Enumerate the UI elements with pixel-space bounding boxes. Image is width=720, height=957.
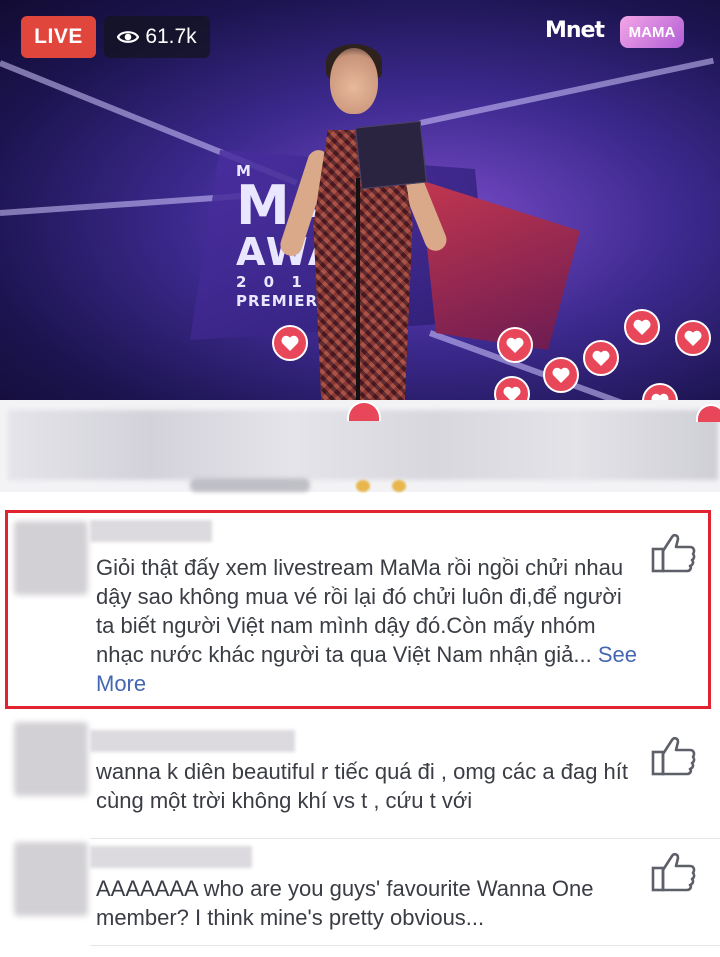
- comment-text: wanna k diên beautiful r tiếc quá đi , o…: [96, 759, 628, 813]
- mnet-logo: Mnet: [545, 18, 605, 43]
- commenter-name-blurred[interactable]: [90, 846, 252, 868]
- heart-icon: [642, 383, 678, 400]
- heart-icon: [675, 320, 711, 356]
- eye-icon: [117, 31, 140, 43]
- divider: [90, 945, 720, 946]
- divider: [90, 838, 720, 839]
- heart-icon: [494, 376, 530, 400]
- mama-logo: MAMA: [620, 16, 684, 48]
- comment-item: wanna k diên beautiful r tiếc quá đi , o…: [0, 720, 720, 838]
- thumbs-up-icon[interactable]: [650, 850, 698, 894]
- avatar[interactable]: [14, 722, 88, 796]
- viewer-count: 61.7k: [145, 25, 197, 48]
- emoji-icon: [392, 480, 406, 492]
- stage-light-ray: [419, 57, 715, 126]
- comment-text: AAAAAAA who are you guys' favourite Wann…: [96, 876, 594, 930]
- live-badge: LIVE: [21, 16, 96, 58]
- presenter-card: [354, 120, 428, 190]
- thumbs-up-icon[interactable]: [650, 734, 698, 778]
- highlight-box: [5, 510, 711, 709]
- heart-icon: [497, 327, 533, 363]
- heart-icon: [272, 325, 308, 361]
- comment-item: AAAAAAA who are you guys' favourite Wann…: [0, 840, 720, 957]
- viewer-count-badge: 61.7k: [104, 16, 210, 58]
- blurred-previous-comment: [190, 478, 310, 492]
- emoji-icon: [356, 480, 370, 492]
- avatar[interactable]: [14, 842, 88, 916]
- heart-icon: [583, 340, 619, 376]
- heart-icon: [624, 309, 660, 345]
- commenter-name-blurred[interactable]: [90, 730, 295, 752]
- microphone-stand: [356, 178, 360, 400]
- live-video[interactable]: M MA AWA 2 0 1 7 PREMIER LIVE 61.7k Mnet…: [0, 0, 720, 400]
- heart-icon: [543, 357, 579, 393]
